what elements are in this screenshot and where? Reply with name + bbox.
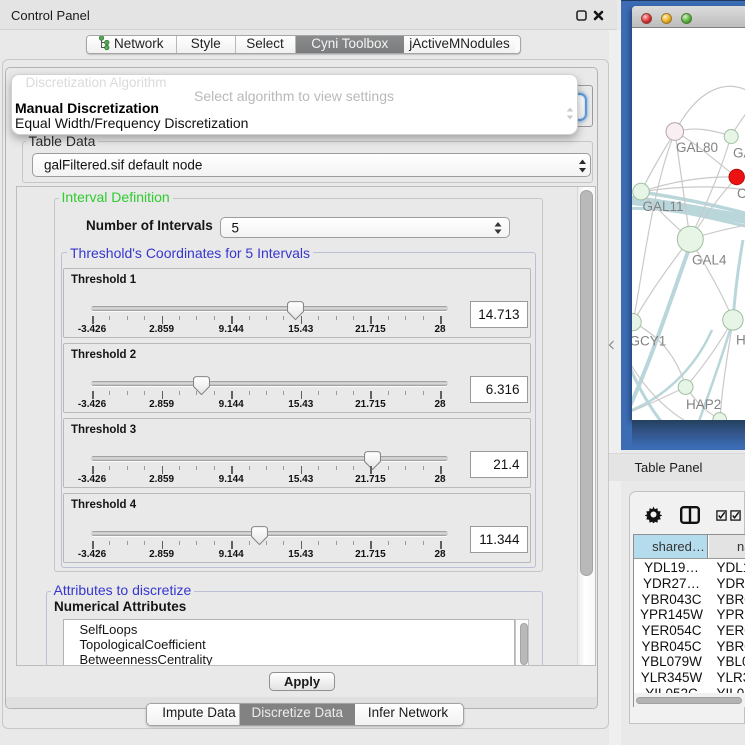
svg-text:GAL4: GAL4 [692, 253, 727, 268]
svg-text:GA: GA [733, 146, 745, 161]
svg-text:GAL11: GAL11 [642, 199, 683, 214]
svg-text:C: C [737, 186, 745, 201]
svg-text:GCY1: GCY1 [632, 334, 666, 349]
svg-text:GAL80: GAL80 [676, 140, 718, 155]
svg-text:HAP2: HAP2 [686, 397, 721, 412]
svg-text:H: H [736, 333, 745, 348]
